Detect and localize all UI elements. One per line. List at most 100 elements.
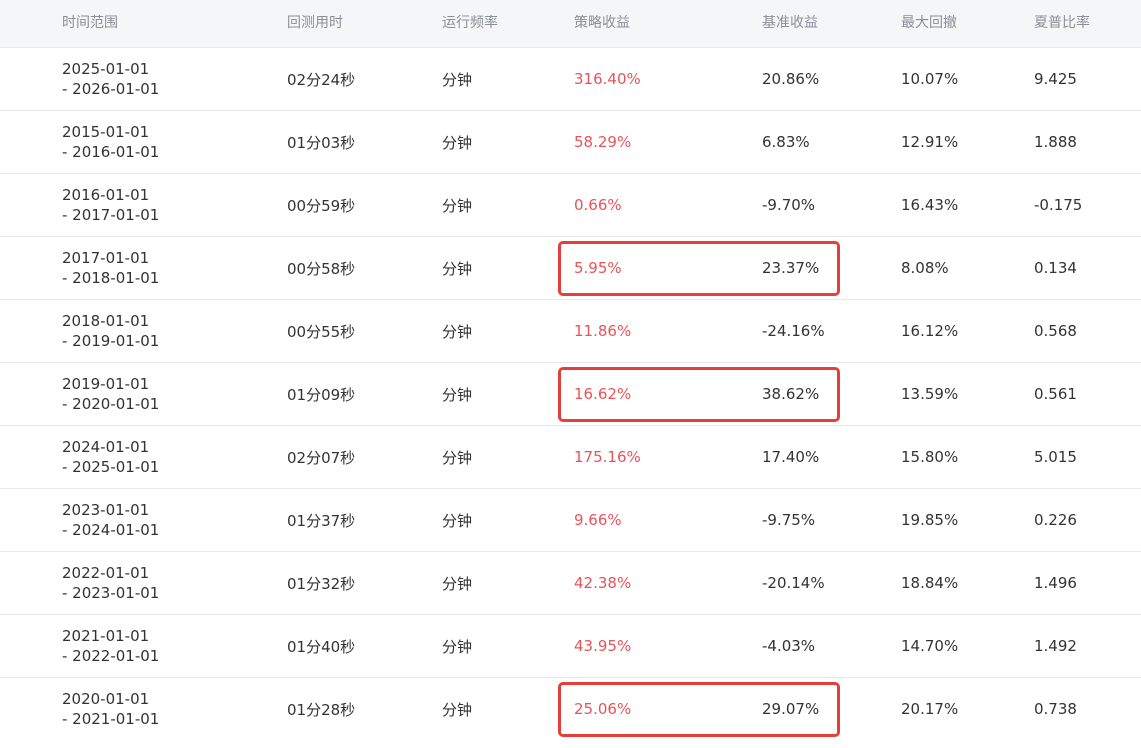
strategy-return-cell: 43.95% (574, 637, 632, 655)
strategy-return-cell: 25.06% (574, 700, 632, 718)
range-end: - 2019-01-01 (62, 332, 160, 350)
strategy-return-cell: 316.40% (574, 70, 641, 88)
range-start: 2022-01-01 (62, 564, 150, 582)
range-end: - 2020-01-01 (62, 395, 160, 413)
frequency-cell: 分钟 (442, 385, 473, 404)
range-end: - 2017-01-01 (62, 206, 160, 224)
range-start: 2024-01-01 (62, 438, 150, 456)
duration-cell: 01分28秒 (287, 700, 356, 719)
sharpe-ratio-cell: 9.425 (1034, 70, 1077, 88)
max-drawdown-cell: 14.70% (901, 637, 959, 655)
time-range-cell: 2017-01-01 - 2018-01-01 (62, 237, 159, 299)
header-run-frequency[interactable]: 运行频率 (442, 0, 498, 47)
header-strategy-return[interactable]: 策略收益 (574, 0, 630, 47)
sharpe-ratio-cell: 0.134 (1034, 259, 1077, 277)
time-range-cell: 2025-01-01 - 2026-01-01 (62, 48, 159, 110)
max-drawdown-cell: 19.85% (901, 511, 959, 529)
benchmark-return-cell: -4.03% (762, 637, 816, 655)
table-row[interactable]: 2018-01-01 - 2019-01-01 00分55秒 分钟 11.86% -24.… (0, 300, 1141, 363)
sharpe-ratio-cell: 0.738 (1034, 700, 1077, 718)
benchmark-return-cell: 23.37% (762, 259, 820, 277)
strategy-return-cell: 58.29% (574, 133, 632, 151)
range-end: - 2021-01-01 (62, 710, 160, 728)
frequency-cell: 分钟 (442, 637, 473, 656)
benchmark-return-cell: 6.83% (762, 133, 810, 151)
benchmark-return-cell: 29.07% (762, 700, 820, 718)
table-row[interactable]: 2016-01-01 - 2017-01-01 00分59秒 分钟 0.66% -9.70… (0, 174, 1141, 237)
duration-cell: 01分40秒 (287, 637, 356, 656)
header-benchmark-return[interactable]: 基准收益 (762, 0, 818, 47)
table-row[interactable]: 2025-01-01 - 2026-01-01 02分24秒 分钟 316.40% 20.… (0, 48, 1141, 111)
range-start: 2018-01-01 (62, 312, 150, 330)
range-end: - 2022-01-01 (62, 647, 160, 665)
strategy-return-cell: 175.16% (574, 448, 641, 466)
range-start: 2016-01-01 (62, 186, 150, 204)
sharpe-ratio-cell: 0.568 (1034, 322, 1077, 340)
frequency-cell: 分钟 (442, 322, 473, 341)
frequency-cell: 分钟 (442, 70, 473, 89)
table-row[interactable]: 2015-01-01 - 2016-01-01 01分03秒 分钟 58.29% 6.83… (0, 111, 1141, 174)
benchmark-return-cell: -24.16% (762, 322, 825, 340)
range-end: - 2023-01-01 (62, 584, 160, 602)
table-row[interactable]: 2022-01-01 - 2023-01-01 01分32秒 分钟 42.38% -20.… (0, 552, 1141, 615)
table-row[interactable]: 2020-01-01 - 2021-01-01 01分28秒 分钟 25.06% 29.0… (0, 678, 1141, 740)
sharpe-ratio-cell: 5.015 (1034, 448, 1077, 466)
range-start: 2015-01-01 (62, 123, 150, 141)
frequency-cell: 分钟 (442, 448, 473, 467)
time-range-cell: 2020-01-01 - 2021-01-01 (62, 678, 159, 740)
table-body: 2025-01-01- 2026-01-01 02分24秒 分钟 316.40% 20.… (0, 48, 1141, 740)
table-row[interactable]: 2019-01-01 - 2020-01-01 01分09秒 分钟 16.62% 38.6… (0, 363, 1141, 426)
header-max-drawdown[interactable]: 最大回撤 (901, 0, 957, 47)
table-header: 时间范围 回测用时 运行频率 策略收益 基准收益 最大回撤 夏普比率 (0, 0, 1141, 48)
time-range-cell: 2018-01-01 - 2019-01-01 (62, 300, 159, 362)
benchmark-return-cell: 17.40% (762, 448, 820, 466)
sharpe-ratio-cell: 1.888 (1034, 133, 1077, 151)
benchmark-return-cell: -9.70% (762, 196, 816, 214)
time-range-cell: 2023-01-01 - 2024-01-01 (62, 489, 159, 551)
sharpe-ratio-cell: 1.496 (1034, 574, 1077, 592)
strategy-return-cell: 16.62% (574, 385, 632, 403)
range-start: 2019-01-01 (62, 375, 150, 393)
range-end: - 2024-01-01 (62, 521, 160, 539)
range-end: - 2026-01-01 (62, 80, 160, 98)
duration-cell: 01分03秒 (287, 133, 356, 152)
strategy-return-cell: 42.38% (574, 574, 632, 592)
max-drawdown-cell: 12.91% (901, 133, 959, 151)
range-start: 2023-01-01 (62, 501, 150, 519)
max-drawdown-cell: 8.08% (901, 259, 949, 277)
frequency-cell: 分钟 (442, 196, 473, 215)
benchmark-return-cell: 20.86% (762, 70, 820, 88)
header-time-range[interactable]: 时间范围 (62, 0, 118, 47)
table-row[interactable]: 2023-01-01 - 2024-01-01 01分37秒 分钟 9.66% -9.75… (0, 489, 1141, 552)
table-row[interactable]: 2021-01-01 - 2022-01-01 01分40秒 分钟 43.95% -4.0… (0, 615, 1141, 678)
header-sharpe-ratio[interactable]: 夏普比率 (1034, 0, 1090, 47)
max-drawdown-cell: 16.43% (901, 196, 959, 214)
backtest-results-table: 时间范围 回测用时 运行频率 策略收益 基准收益 最大回撤 夏普比率 2025-… (0, 0, 1141, 740)
strategy-return-cell: 11.86% (574, 322, 632, 340)
sharpe-ratio-cell: 1.492 (1034, 637, 1077, 655)
strategy-return-cell: 5.95% (574, 259, 622, 277)
range-start: 2017-01-01 (62, 249, 150, 267)
table-row[interactable]: 2024-01-01 - 2025-01-01 02分07秒 分钟 175.16% 17.… (0, 426, 1141, 489)
header-backtest-duration[interactable]: 回测用时 (287, 0, 343, 47)
frequency-cell: 分钟 (442, 700, 473, 719)
duration-cell: 00分58秒 (287, 259, 356, 278)
time-range-cell: 2022-01-01 - 2023-01-01 (62, 552, 159, 614)
table-row[interactable]: 2017-01-01 - 2018-01-01 00分58秒 分钟 5.95% 23.37… (0, 237, 1141, 300)
time-range-cell: 2015-01-01 - 2016-01-01 (62, 111, 159, 173)
range-start: 2021-01-01 (62, 627, 150, 645)
strategy-return-cell: 9.66% (574, 511, 622, 529)
duration-cell: 01分09秒 (287, 385, 356, 404)
benchmark-return-cell: 38.62% (762, 385, 820, 403)
duration-cell: 01分37秒 (287, 511, 356, 530)
duration-cell: 02分07秒 (287, 448, 356, 467)
sharpe-ratio-cell: -0.175 (1034, 196, 1083, 214)
frequency-cell: 分钟 (442, 133, 473, 152)
range-end: - 2016-01-01 (62, 143, 160, 161)
time-range-cell: 2024-01-01 - 2025-01-01 (62, 426, 159, 488)
range-end: - 2018-01-01 (62, 269, 160, 287)
sharpe-ratio-cell: 0.561 (1034, 385, 1077, 403)
max-drawdown-cell: 16.12% (901, 322, 959, 340)
max-drawdown-cell: 20.17% (901, 700, 959, 718)
duration-cell: 00分55秒 (287, 322, 356, 341)
